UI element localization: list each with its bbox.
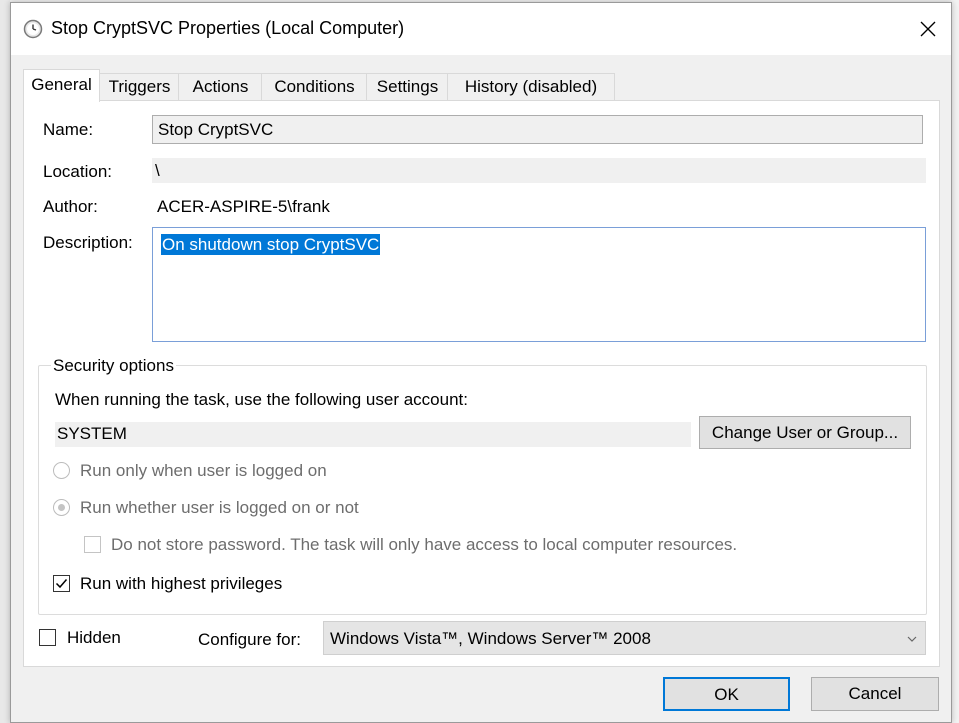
description-textarea[interactable]: On shutdown stop CryptSVC <box>152 227 926 342</box>
tab-general[interactable]: General <box>23 69 100 102</box>
window-title: Stop CryptSVC Properties (Local Computer… <box>51 18 405 38</box>
clock-icon <box>23 19 43 39</box>
description-label: Description: <box>43 233 133 252</box>
location-value: \ <box>155 161 160 180</box>
user-account-value: SYSTEM <box>57 424 127 443</box>
properties-dialog: Stop CryptSVC Properties (Local Computer… <box>10 2 952 723</box>
location-field[interactable]: \ <box>152 158 926 183</box>
tab-conditions[interactable]: Conditions <box>261 73 368 101</box>
configure-for-label: Configure for: <box>198 630 301 649</box>
radio-logged-on-label[interactable]: Run only when user is logged on <box>80 461 327 481</box>
tab-actions[interactable]: Actions <box>178 73 263 101</box>
hidden-checkbox[interactable] <box>39 629 56 646</box>
author-label: Author: <box>43 197 98 216</box>
configure-for-value: Windows Vista™, Windows Server™ 2008 <box>330 629 651 648</box>
general-tab-panel: Name: Stop CryptSVC Location: \ Author: … <box>23 100 940 667</box>
name-label: Name: <box>43 120 94 139</box>
account-prompt: When running the task, use the following… <box>55 390 468 409</box>
author-value: ACER-ASPIRE-5\frank <box>157 197 330 216</box>
user-account-field[interactable]: SYSTEM <box>55 422 691 447</box>
cancel-button[interactable]: Cancel <box>811 677 939 711</box>
security-options-title: Security options <box>51 356 176 376</box>
close-button[interactable] <box>905 3 951 55</box>
highest-privileges-checkbox[interactable] <box>53 575 70 592</box>
change-user-button[interactable]: Change User or Group... <box>699 416 911 449</box>
name-field[interactable]: Stop CryptSVC <box>152 115 923 144</box>
chevron-down-icon <box>907 636 917 642</box>
location-label: Location: <box>43 162 112 181</box>
configure-for-dropdown[interactable]: Windows Vista™, Windows Server™ 2008 <box>323 621 926 655</box>
description-value: On shutdown stop CryptSVC <box>161 234 381 255</box>
tab-history[interactable]: History (disabled) <box>447 73 615 101</box>
title-bar[interactable]: Stop CryptSVC Properties (Local Computer… <box>11 3 951 55</box>
background-window-strip-right <box>951 0 959 723</box>
ok-button[interactable]: OK <box>663 677 790 711</box>
radio-logged-on[interactable] <box>53 462 70 479</box>
tab-triggers[interactable]: Triggers <box>99 73 180 101</box>
checkmark-icon <box>55 579 68 589</box>
no-store-password-label[interactable]: Do not store password. The task will onl… <box>111 535 737 555</box>
security-options-group: Security options When running the task, … <box>38 356 927 615</box>
radio-whether-logged-on-label[interactable]: Run whether user is logged on or not <box>80 498 359 518</box>
no-store-password-checkbox[interactable] <box>84 536 101 553</box>
hidden-label[interactable]: Hidden <box>67 628 121 648</box>
tab-settings[interactable]: Settings <box>366 73 449 101</box>
close-icon <box>920 21 936 37</box>
name-value: Stop CryptSVC <box>158 120 274 139</box>
background-window-strip <box>0 0 10 723</box>
highest-privileges-label[interactable]: Run with highest privileges <box>80 574 282 594</box>
radio-whether-logged-on[interactable] <box>53 499 70 516</box>
